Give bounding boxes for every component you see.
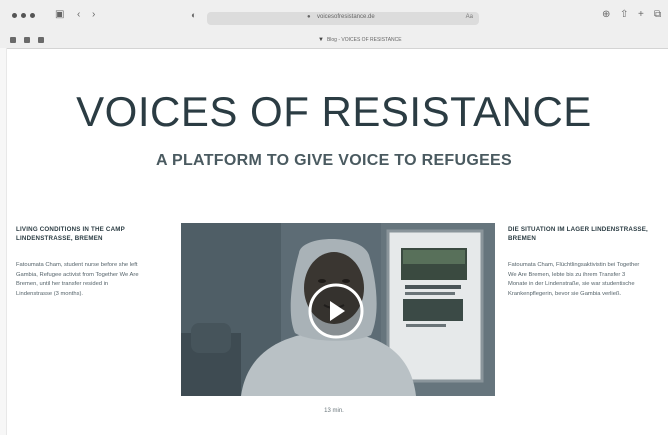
tab-overview-icon[interactable]: ⧉ [654, 9, 661, 21]
url-text: voicesofresistance.de [317, 14, 375, 20]
address-bar[interactable]: ● voicesofresistance.de Aa [207, 12, 479, 25]
forward-icon[interactable]: › [92, 9, 95, 21]
right-column-text: Fatoumata Cham, Flüchtlingsaktivistin be… [508, 262, 640, 297]
tab-bar: ▼ Blog - VOICES OF RESISTANCE [0, 32, 668, 48]
sidebar-icon[interactable]: ▣ [55, 9, 64, 21]
new-tab-icon[interactable]: + [638, 9, 644, 21]
tab-group-icons[interactable] [10, 37, 44, 43]
tab-icon[interactable] [38, 37, 44, 43]
tab-icon[interactable] [24, 37, 30, 43]
video-thumbnail [181, 223, 495, 396]
browser-toolbar: ▣ ‹ › ◐ ● voicesofresistance.de Aa ⊕ ⇧ +… [0, 0, 668, 30]
minimize-window-icon[interactable] [21, 13, 26, 18]
lock-icon: ● [307, 14, 311, 20]
back-icon[interactable]: ‹ [77, 9, 80, 21]
favicon-icon: ▼ [318, 37, 324, 43]
video-player[interactable] [181, 223, 495, 396]
browser-chrome: ▣ ‹ › ◐ ● voicesofresistance.de Aa ⊕ ⇧ +… [0, 0, 668, 49]
left-column-heading: LIVING CONDITIONS IN THE CAMP LINDENSTRA… [16, 226, 125, 242]
window-controls[interactable] [12, 13, 35, 18]
reader-button[interactable]: Aa [466, 14, 473, 20]
tab-icon[interactable] [10, 37, 16, 43]
page-title: VOICES OF RESISTANCE [76, 88, 592, 135]
active-tab[interactable]: ▼ Blog - VOICES OF RESISTANCE [318, 37, 402, 43]
video-duration: 13 min. [324, 408, 344, 414]
privacy-icon[interactable]: ◐ [191, 9, 196, 21]
right-column-heading: DIE SITUATION IM LAGER LINDENSTRASSE, BR… [508, 226, 648, 242]
tab-title: Blog - VOICES OF RESISTANCE [326, 37, 402, 43]
zoom-window-icon[interactable] [30, 13, 35, 18]
close-window-icon[interactable] [12, 13, 17, 18]
page-subtitle: A PLATFORM TO GIVE VOICE TO REFUGEES [155, 152, 513, 169]
left-column-text: Fatoumata Cham, student nurse before she… [16, 262, 139, 297]
share-icon[interactable]: ⇧ [620, 9, 628, 21]
download-icon[interactable]: ⊕ [602, 9, 610, 21]
